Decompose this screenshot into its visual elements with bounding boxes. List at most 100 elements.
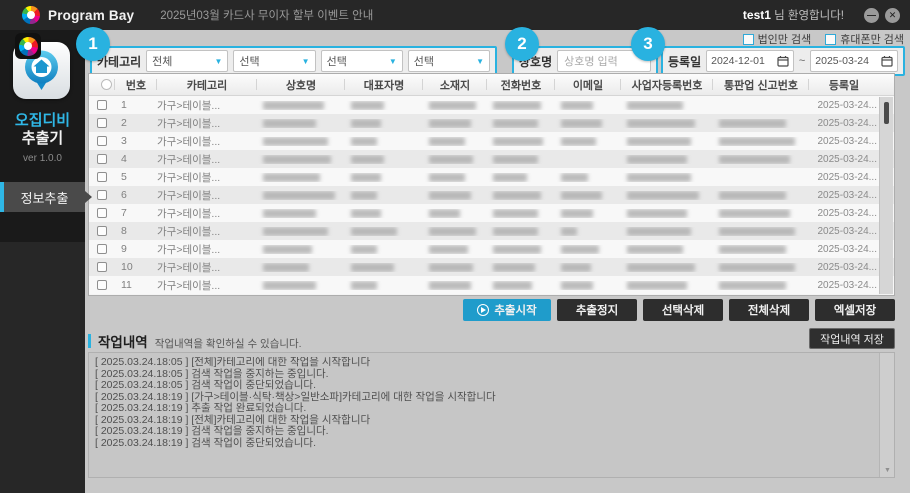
table-row[interactable]: 4가구>테이블...2025-03-24... xyxy=(89,150,894,168)
work-log-subtitle: 작업내역을 확인하실 수 있습니다. xyxy=(155,336,302,351)
cell-redacted xyxy=(621,227,713,236)
redacted-data xyxy=(429,155,473,164)
checkbox-icon[interactable] xyxy=(97,244,107,254)
cell-redacted xyxy=(555,263,621,272)
date-from-input[interactable]: 2024-12-01 xyxy=(706,50,794,72)
radio-icon[interactable] xyxy=(101,79,112,90)
sub-category-select-2[interactable]: 선택 ▼ xyxy=(321,50,403,72)
redacted-data xyxy=(351,173,381,182)
checkbox-icon[interactable] xyxy=(97,172,107,182)
excel-save-button[interactable]: 엑셀저장 xyxy=(815,299,895,321)
cell-redacted xyxy=(487,155,555,164)
cell-category: 가구>테이블... xyxy=(157,242,257,257)
redacted-data xyxy=(351,209,381,218)
checkbox-icon[interactable] xyxy=(97,118,107,128)
row-checkbox[interactable] xyxy=(89,118,115,128)
checkbox-icon[interactable] xyxy=(97,262,107,272)
work-log-save-button[interactable]: 작업내역 저장 xyxy=(809,328,895,349)
row-checkbox[interactable] xyxy=(89,190,115,200)
checkbox-icon[interactable] xyxy=(825,34,836,45)
redacted-data xyxy=(493,263,535,272)
row-checkbox[interactable] xyxy=(89,244,115,254)
cell-redacted xyxy=(487,173,555,182)
notice-text: 2025년03월 카드사 무이자 할부 이벤트 안내 xyxy=(160,7,373,23)
column-header: 전화번호 xyxy=(487,74,555,95)
log-scrollbar[interactable]: ▼ xyxy=(879,353,894,477)
table-row[interactable]: 3가구>테이블...2025-03-24... xyxy=(89,132,894,150)
corporate-only-checkbox[interactable]: 법인만 검색 xyxy=(743,31,812,47)
checkbox-icon[interactable] xyxy=(97,208,107,218)
redacted-data xyxy=(493,173,527,182)
calendar-icon[interactable] xyxy=(777,55,789,67)
extract-stop-button[interactable]: 추출정지 xyxy=(557,299,637,321)
table-row[interactable]: 8가구>테이블...2025-03-24... xyxy=(89,222,894,240)
cell-redacted xyxy=(621,173,713,182)
cell-redacted xyxy=(257,137,345,146)
cell-redacted xyxy=(555,119,621,128)
table-row[interactable]: 5가구>테이블...2025-03-24... xyxy=(89,168,894,186)
checkbox-icon[interactable] xyxy=(97,190,107,200)
redacted-data xyxy=(561,119,602,128)
date-to-input[interactable]: 2025-03-24 xyxy=(810,50,898,72)
delete-selected-button[interactable]: 선택삭제 xyxy=(643,299,723,321)
table-scrollbar-thumb[interactable] xyxy=(884,102,889,124)
cell-redacted xyxy=(713,281,809,290)
cell-redacted xyxy=(345,227,423,236)
table-row[interactable]: 7가구>테이블...2025-03-24... xyxy=(89,204,894,222)
table-row[interactable]: 10가구>테이블...2025-03-24... xyxy=(89,258,894,276)
redacted-data xyxy=(429,209,460,218)
close-button[interactable]: ✕ xyxy=(885,8,900,23)
redacted-data xyxy=(493,101,541,110)
minimize-button[interactable]: — xyxy=(864,8,879,23)
table-row[interactable]: 1가구>테이블...2025-03-24... xyxy=(89,96,894,114)
row-checkbox[interactable] xyxy=(89,172,115,182)
row-checkbox[interactable] xyxy=(89,136,115,146)
row-checkbox[interactable] xyxy=(89,262,115,272)
row-checkbox[interactable] xyxy=(89,100,115,110)
category-select[interactable]: 전체 ▼ xyxy=(146,50,228,72)
row-checkbox[interactable] xyxy=(89,154,115,164)
checkbox-icon[interactable] xyxy=(97,226,107,236)
sidebar-item-info-extract[interactable]: 정보추출 xyxy=(0,182,85,212)
sub-category-select-1[interactable]: 선택 ▼ xyxy=(233,50,315,72)
scroll-down-arrow-icon[interactable]: ▼ xyxy=(880,467,895,474)
checkbox-icon[interactable] xyxy=(97,154,107,164)
checkbox-icon[interactable] xyxy=(97,280,107,290)
redacted-data xyxy=(351,245,377,254)
table-row[interactable]: 9가구>테이블...2025-03-24... xyxy=(89,240,894,258)
cell-redacted xyxy=(423,119,487,128)
cell-category: 가구>테이블... xyxy=(157,206,257,221)
delete-all-button[interactable]: 전체삭제 xyxy=(729,299,809,321)
table-scrollbar[interactable] xyxy=(879,97,893,294)
row-checkbox[interactable] xyxy=(89,208,115,218)
redacted-data xyxy=(429,191,471,200)
table-row[interactable]: 2가구>테이블...2025-03-24... xyxy=(89,114,894,132)
step-badge-1: 1 xyxy=(76,27,110,61)
chevron-down-icon: ▼ xyxy=(214,57,222,66)
redacted-data xyxy=(627,281,687,290)
cell-category: 가구>테이블... xyxy=(157,224,257,239)
redacted-data xyxy=(351,263,394,272)
cell-redacted xyxy=(555,137,621,146)
redacted-data xyxy=(493,191,541,200)
extract-start-button[interactable]: 추출시작 xyxy=(463,299,551,321)
calendar-icon[interactable] xyxy=(881,55,893,67)
table-row[interactable]: 11가구>테이블...2025-03-24... xyxy=(89,276,894,294)
checkbox-icon[interactable] xyxy=(97,136,107,146)
mobile-only-checkbox[interactable]: 휴대폰만 검색 xyxy=(825,31,904,47)
redacted-data xyxy=(561,191,602,200)
cell-redacted xyxy=(621,281,713,290)
sub-category-select-3[interactable]: 선택 ▼ xyxy=(408,50,490,72)
redacted-data xyxy=(719,263,795,272)
cell-redacted xyxy=(345,101,423,110)
row-checkbox[interactable] xyxy=(89,226,115,236)
cell-number: 11 xyxy=(115,279,157,291)
checkbox-icon[interactable] xyxy=(743,34,754,45)
cell-redacted xyxy=(423,191,487,200)
checkbox-icon[interactable] xyxy=(97,100,107,110)
cell-register-date: 2025-03-24... xyxy=(809,100,879,111)
table-row[interactable]: 6가구>테이블...2025-03-24... xyxy=(89,186,894,204)
redacted-data xyxy=(351,281,377,290)
row-checkbox[interactable] xyxy=(89,280,115,290)
select-all-radio[interactable] xyxy=(89,74,115,95)
